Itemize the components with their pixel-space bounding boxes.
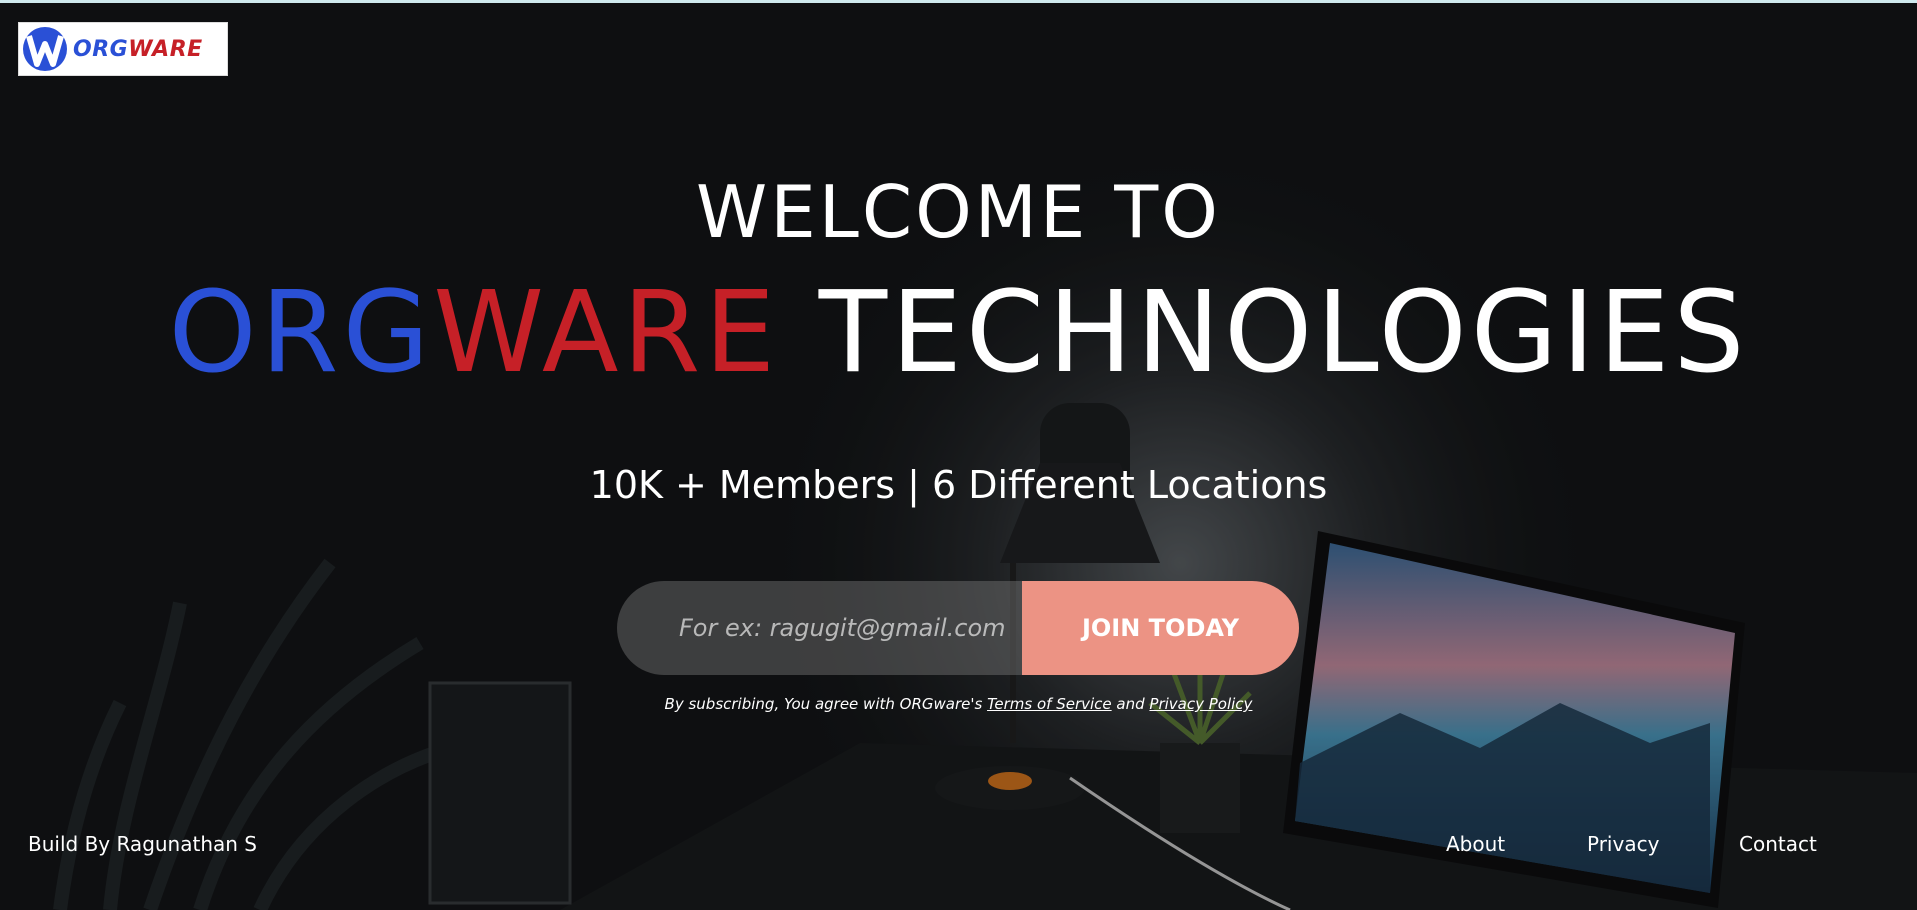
title-ware: WARE <box>433 268 780 398</box>
logo-text: ORGWARE <box>73 36 203 62</box>
title-technologies: TECHNOLOGIES <box>779 268 1749 398</box>
subscription-disclaimer: By subscribing, You agree with ORGware's… <box>664 695 1253 713</box>
footer-link-about[interactable]: About <box>1446 832 1505 856</box>
footer-link-contact[interactable]: Contact <box>1739 832 1817 856</box>
footer-credit: Build By Ragunathan S <box>28 832 257 856</box>
stats-line: 10K + Members | 6 Different Locations <box>589 463 1328 507</box>
welcome-heading: WELCOME TO <box>696 170 1221 254</box>
footer-link-privacy[interactable]: Privacy <box>1587 832 1659 856</box>
privacy-policy-link[interactable]: Privacy Policy <box>1149 695 1252 713</box>
join-today-button[interactable]: JOIN TODAY <box>1022 581 1299 675</box>
title-org: ORG <box>168 268 434 398</box>
hero-background-image <box>0 3 1917 910</box>
signup-form: JOIN TODAY <box>617 581 1299 675</box>
orgware-w-logo-icon <box>23 27 67 71</box>
terms-of-service-link[interactable]: Terms of Service <box>987 695 1112 713</box>
logo[interactable]: ORGWARE <box>18 22 228 76</box>
email-input[interactable] <box>617 581 1044 675</box>
company-title: ORGWARE TECHNOLOGIES <box>0 271 1917 395</box>
